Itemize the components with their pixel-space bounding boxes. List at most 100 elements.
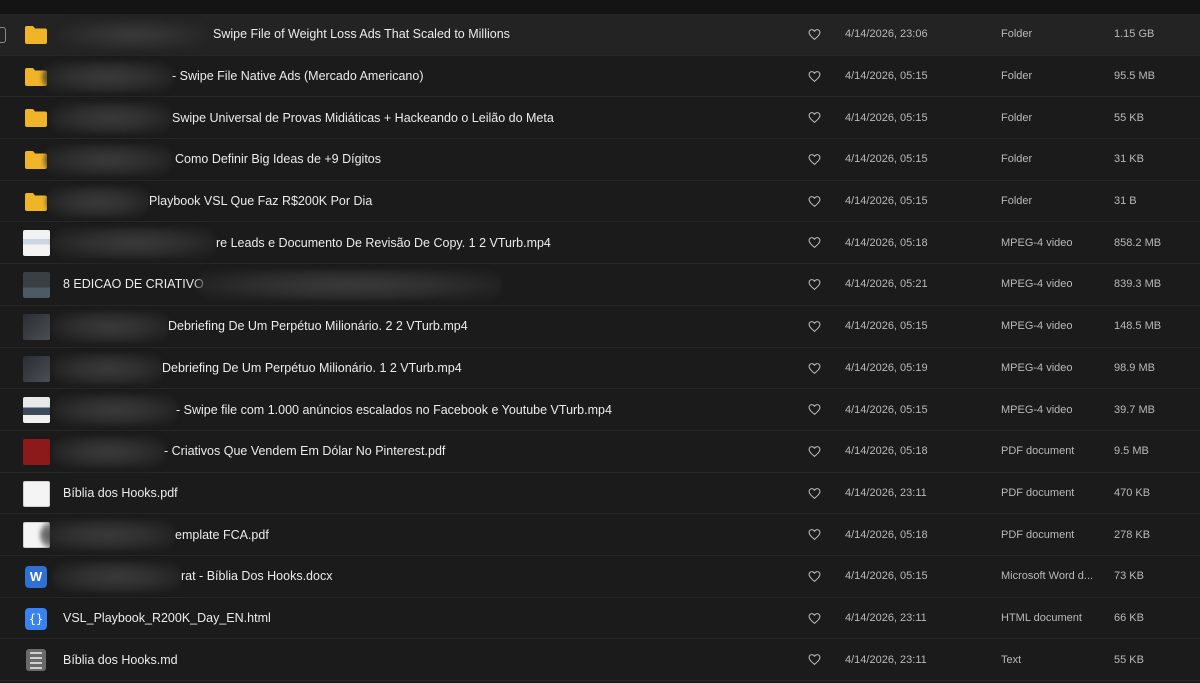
redacted-blur <box>52 394 178 427</box>
modified-date: 4/14/2026, 05:18 <box>845 528 928 541</box>
file-row[interactable]: Bíblia dos Hooks.md 4/14/2026, 23:11 Tex… <box>0 639 1200 681</box>
file-size: 98.9 MB <box>1114 361 1155 374</box>
favorite-heart-icon[interactable] <box>808 570 821 583</box>
file-row[interactable]: Debriefing De Um Perpétuo Milionário. 2 … <box>0 306 1200 348</box>
file-name[interactable]: - Criativos Que Vendem Em Dólar No Pinte… <box>164 431 445 472</box>
file-row[interactable]: - Criativos Que Vendem Em Dólar No Pinte… <box>0 431 1200 473</box>
redacted-blur <box>44 144 172 177</box>
row-checkbox[interactable] <box>0 27 6 43</box>
modified-date: 4/14/2026, 23:11 <box>845 486 927 499</box>
redacted-blur <box>52 227 216 260</box>
modified-date: 4/14/2026, 05:18 <box>845 445 928 458</box>
file-type: Microsoft Word d... <box>1001 570 1094 583</box>
redacted-blur <box>52 560 182 593</box>
file-name[interactable]: Debriefing De Um Perpétuo Milionário. 1 … <box>162 348 462 389</box>
modified-date: 4/14/2026, 23:06 <box>845 28 928 41</box>
file-size: 148.5 MB <box>1114 320 1162 333</box>
file-type: Folder <box>1001 195 1033 208</box>
file-type: MPEG-4 video <box>1001 320 1073 333</box>
modified-date: 4/14/2026, 05:21 <box>845 278 928 291</box>
file-row[interactable]: re Leads e Documento De Revisão De Copy.… <box>0 222 1200 265</box>
file-type: MPEG-4 video <box>1001 403 1073 416</box>
modified-date: 4/14/2026, 05:19 <box>845 361 928 374</box>
file-row[interactable]: Bíblia dos Hooks.pdf 4/14/2026, 23:11 PD… <box>0 473 1200 515</box>
modified-date: 4/14/2026, 23:11 <box>845 653 927 666</box>
modified-date: 4/14/2026, 05:15 <box>845 70 928 83</box>
file-name[interactable]: rat - Bíblia Dos Hooks.docx <box>181 556 332 597</box>
favorite-heart-icon[interactable] <box>808 403 821 416</box>
file-name[interactable]: Playbook VSL Que Faz R$200K Por Dia <box>149 181 372 222</box>
file-row[interactable]: W rat - Bíblia Dos Hooks.docx 4/14/2026,… <box>0 556 1200 598</box>
file-name[interactable]: - Swipe file com 1.000 anúncios escalado… <box>176 389 612 430</box>
file-row[interactable]: - Swipe File Native Ads (Mercado America… <box>0 56 1200 98</box>
file-list: Swipe File of Weight Loss Ads That Scale… <box>0 14 1200 681</box>
redacted-blur <box>52 435 166 468</box>
pdf-thumbnail-icon <box>22 438 50 465</box>
favorite-heart-icon[interactable] <box>808 528 821 541</box>
text-file-icon <box>22 647 50 673</box>
file-size: 839.3 MB <box>1114 278 1162 291</box>
redacted-blur <box>196 269 502 302</box>
file-type: Folder <box>1001 111 1033 124</box>
favorite-heart-icon[interactable] <box>808 153 821 166</box>
file-type: MPEG-4 video <box>1001 361 1073 374</box>
favorite-heart-icon[interactable] <box>808 612 821 625</box>
favorite-heart-icon[interactable] <box>808 362 821 375</box>
file-size: 31 B <box>1114 195 1137 208</box>
favorite-heart-icon[interactable] <box>808 320 821 333</box>
favorite-heart-icon[interactable] <box>808 278 821 291</box>
favorite-heart-icon[interactable] <box>808 70 821 83</box>
favorite-heart-icon[interactable] <box>808 111 821 124</box>
file-name[interactable]: re Leads e Documento De Revisão De Copy.… <box>216 222 551 263</box>
top-bar <box>0 0 1200 14</box>
file-name[interactable]: Debriefing De Um Perpétuo Milionário. 2 … <box>168 306 468 347</box>
file-row[interactable]: {} VSL_Playbook_R200K_Day_EN.html 4/14/2… <box>0 598 1200 640</box>
file-name[interactable]: 8 EDICAO DE CRIATIVO <box>63 264 204 305</box>
file-type: Text <box>1001 653 1022 666</box>
file-row[interactable]: Debriefing De Um Perpétuo Milionário. 1 … <box>0 348 1200 390</box>
modified-date: 4/14/2026, 23:11 <box>845 611 927 624</box>
video-thumbnail-icon <box>22 230 50 257</box>
pdf-thumbnail-icon <box>22 480 50 507</box>
redacted-blur <box>42 60 174 93</box>
file-row[interactable]: - Swipe file com 1.000 anúncios escalado… <box>0 389 1200 431</box>
favorite-heart-icon[interactable] <box>808 195 821 208</box>
file-name[interactable]: Como Definir Big Ideas de +9 Dígitos <box>175 139 381 180</box>
favorite-heart-icon[interactable] <box>808 487 821 500</box>
folder-icon <box>22 22 50 48</box>
file-size: 95.5 MB <box>1114 70 1155 83</box>
file-name[interactable]: Swipe Universal de Provas Midiáticas + H… <box>172 97 554 138</box>
file-name[interactable]: - Swipe File Native Ads (Mercado America… <box>172 56 423 97</box>
file-size: 1.15 GB <box>1114 28 1155 41</box>
file-type: HTML document <box>1001 611 1082 624</box>
favorite-heart-icon[interactable] <box>808 28 821 41</box>
modified-date: 4/14/2026, 05:18 <box>845 236 928 249</box>
favorite-heart-icon[interactable] <box>808 445 821 458</box>
file-type: Folder <box>1001 70 1033 83</box>
file-name[interactable]: emplate FCA.pdf <box>175 514 269 555</box>
file-type: PDF document <box>1001 486 1075 499</box>
redacted-blur <box>50 102 172 135</box>
file-row[interactable]: emplate FCA.pdf 4/14/2026, 05:18 PDF doc… <box>0 514 1200 556</box>
file-type: PDF document <box>1001 528 1075 541</box>
file-name[interactable]: Swipe File of Weight Loss Ads That Scale… <box>213 14 510 55</box>
video-thumbnail-icon <box>22 272 50 299</box>
file-row[interactable]: 8 EDICAO DE CRIATIVO 4/14/2026, 05:21 MP… <box>0 264 1200 306</box>
file-size: 73 KB <box>1114 570 1144 583</box>
file-row[interactable]: Swipe Universal de Provas Midiáticas + H… <box>0 97 1200 140</box>
file-size: 55 KB <box>1114 653 1144 666</box>
file-type: MPEG-4 video <box>1001 278 1073 291</box>
file-size: 278 KB <box>1114 528 1151 541</box>
redacted-blur <box>46 185 150 218</box>
favorite-heart-icon[interactable] <box>808 236 821 249</box>
file-name[interactable]: Bíblia dos Hooks.pdf <box>63 473 178 514</box>
file-name[interactable]: Bíblia dos Hooks.md <box>63 639 178 680</box>
file-size: 55 KB <box>1114 111 1144 124</box>
modified-date: 4/14/2026, 05:15 <box>845 320 928 333</box>
favorite-heart-icon[interactable] <box>808 653 821 666</box>
file-row[interactable]: Playbook VSL Que Faz R$200K Por Dia 4/14… <box>0 181 1200 223</box>
file-row[interactable]: Como Definir Big Ideas de +9 Dígitos 4/1… <box>0 139 1200 181</box>
file-name[interactable]: VSL_Playbook_R200K_Day_EN.html <box>63 598 271 639</box>
video-thumbnail-icon <box>22 355 50 382</box>
file-row[interactable]: Swipe File of Weight Loss Ads That Scale… <box>0 14 1200 56</box>
